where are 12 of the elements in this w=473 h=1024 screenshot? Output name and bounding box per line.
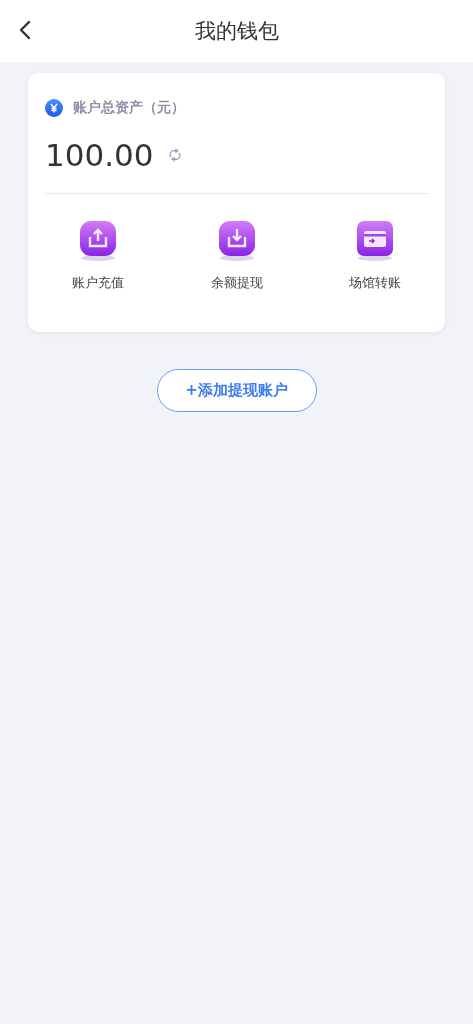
add-withdrawal-account-button[interactable]: +添加提现账户 xyxy=(156,369,317,412)
download-tray-icon xyxy=(216,220,257,262)
balance-amount: 100.00 xyxy=(45,137,154,173)
total-assets-label: 账户总资产（元） xyxy=(73,99,185,117)
page-title: 我的钱包 xyxy=(194,18,279,45)
yen-icon xyxy=(45,99,63,117)
action-item[interactable]: 余额提现 xyxy=(191,220,282,292)
action-item[interactable]: 场馆转账 xyxy=(330,220,420,292)
refresh-icon[interactable] xyxy=(167,148,184,162)
action-item[interactable]: 账户充值 xyxy=(53,220,143,292)
card-icon xyxy=(355,220,395,262)
upload-tray-icon xyxy=(78,220,118,262)
